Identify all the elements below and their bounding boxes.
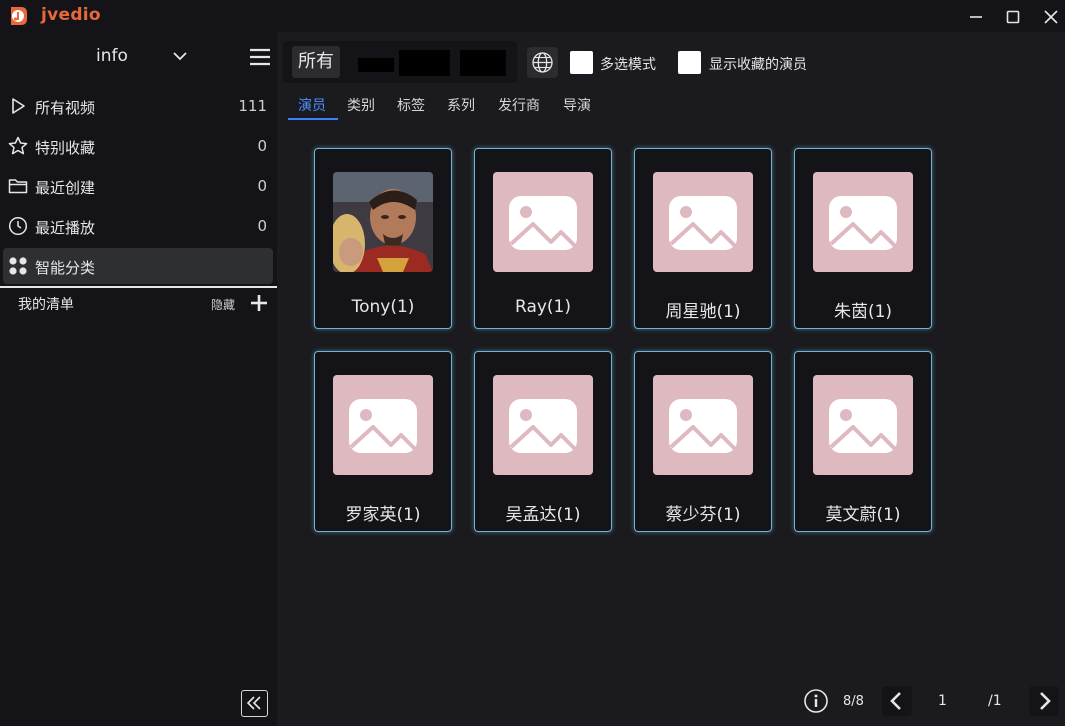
globe-icon [532, 52, 553, 73]
star-icon [8, 136, 28, 155]
sidebar-item-count: 0 [257, 137, 267, 155]
tab-tags[interactable]: 标签 [397, 95, 425, 115]
total-pages: /1 [988, 693, 1002, 709]
actor-name: Tony(1) [351, 297, 415, 317]
sidebar-item-favorites[interactable]: 特别收藏 0 [3, 128, 273, 164]
multi-select-label: 多选模式 [600, 57, 656, 73]
close-button[interactable] [1040, 6, 1062, 28]
sidebar: info 所有视频 111 特别收藏 0 最近创建 0 最近播放 0 智能分类 … [0, 32, 277, 726]
main-area: 所有 多选模式 显示收藏的演员 演员 类别 标签 系列 发行商 导演 Tony(… [277, 32, 1065, 726]
my-list-title: 我的清单 [18, 297, 74, 313]
sidebar-item-recent-created[interactable]: 最近创建 0 [3, 168, 273, 204]
double-chevron-left-icon [246, 696, 261, 710]
chevron-down-icon[interactable] [172, 48, 188, 64]
image-placeholder-icon [493, 172, 593, 272]
actor-name: 吴孟达(1) [505, 505, 581, 525]
actor-name: Ray(1) [515, 297, 571, 317]
next-page-button[interactable] [1029, 686, 1059, 716]
image-placeholder-icon [493, 375, 593, 475]
app-logo-icon [11, 7, 27, 25]
filter-all-button[interactable]: 所有 [292, 46, 340, 78]
current-page[interactable]: 1 [938, 693, 947, 709]
sidebar-item-count: 0 [257, 177, 267, 195]
add-icon[interactable] [250, 294, 268, 312]
play-icon [12, 98, 25, 114]
maximize-button[interactable] [1002, 6, 1024, 28]
clock-icon [8, 216, 28, 236]
actor-card[interactable]: 蔡少芬(1) [634, 351, 772, 532]
sidebar-item-label: 最近播放 [35, 219, 96, 237]
active-tab-indicator [288, 118, 338, 120]
actor-name: 莫文蔚(1) [825, 505, 901, 525]
prev-page-button[interactable] [882, 686, 912, 716]
actor-name: 蔡少芬(1) [665, 505, 741, 525]
library-select[interactable]: info [96, 46, 128, 66]
image-placeholder-icon [813, 375, 913, 475]
sidebar-item-count: 0 [257, 217, 267, 235]
filter-bar: 所有 [283, 41, 517, 83]
show-favorite-actors-label: 显示收藏的演员 [709, 57, 807, 73]
sidebar-item-label: 智能分类 [35, 259, 96, 277]
actor-card[interactable]: Ray(1) [474, 148, 612, 329]
sidebar-divider [0, 286, 277, 288]
show-favorite-actors-checkbox[interactable] [678, 51, 701, 74]
image-placeholder-icon [813, 172, 913, 272]
image-placeholder-icon [333, 375, 433, 475]
tab-publishers[interactable]: 发行商 [498, 95, 540, 115]
menu-icon[interactable] [249, 46, 271, 68]
language-button[interactable] [527, 47, 558, 78]
sidebar-item-label: 所有视频 [35, 99, 96, 117]
item-count: 8/8 [843, 694, 864, 709]
tab-series[interactable]: 系列 [447, 95, 475, 115]
chevron-right-icon [1040, 692, 1051, 710]
tab-directors[interactable]: 导演 [563, 95, 591, 115]
hide-list-button[interactable]: 隐藏 [211, 296, 235, 313]
info-icon[interactable] [803, 688, 829, 714]
tab-categories[interactable]: 类别 [347, 95, 375, 115]
actor-card[interactable]: 周星驰(1) [634, 148, 772, 329]
sidebar-item-label: 特别收藏 [35, 139, 96, 157]
app-name: jvedio [41, 5, 101, 25]
sidebar-item-smart-category[interactable]: 智能分类 [3, 248, 273, 284]
actor-card[interactable]: Tony(1) [314, 148, 452, 329]
folder-icon [8, 179, 28, 194]
redacted-block [399, 50, 450, 76]
actor-card[interactable]: 朱茵(1) [794, 148, 932, 329]
chevron-left-icon [890, 692, 901, 710]
collapse-sidebar-button[interactable] [241, 690, 268, 717]
minimize-button[interactable] [965, 6, 987, 28]
sidebar-item-label: 最近创建 [35, 179, 96, 197]
multi-select-checkbox[interactable] [570, 51, 593, 74]
image-placeholder-icon [653, 375, 753, 475]
redacted-block [358, 58, 394, 72]
grid-icon [9, 257, 27, 275]
redacted-block [460, 50, 506, 76]
sidebar-item-recent-played[interactable]: 最近播放 0 [3, 208, 273, 244]
tab-actors[interactable]: 演员 [298, 95, 326, 115]
actor-photo [333, 172, 433, 272]
actor-name: 周星驰(1) [665, 302, 741, 322]
image-placeholder-icon [653, 172, 753, 272]
sidebar-item-all-videos[interactable]: 所有视频 111 [3, 88, 273, 124]
actor-name: 朱茵(1) [833, 302, 893, 322]
sidebar-item-count: 111 [238, 97, 267, 115]
actor-card[interactable]: 罗家英(1) [314, 351, 452, 532]
actor-card[interactable]: 吴孟达(1) [474, 351, 612, 532]
actor-card[interactable]: 莫文蔚(1) [794, 351, 932, 532]
title-bar: jvedio [0, 0, 1065, 32]
actor-name: 罗家英(1) [345, 505, 421, 525]
